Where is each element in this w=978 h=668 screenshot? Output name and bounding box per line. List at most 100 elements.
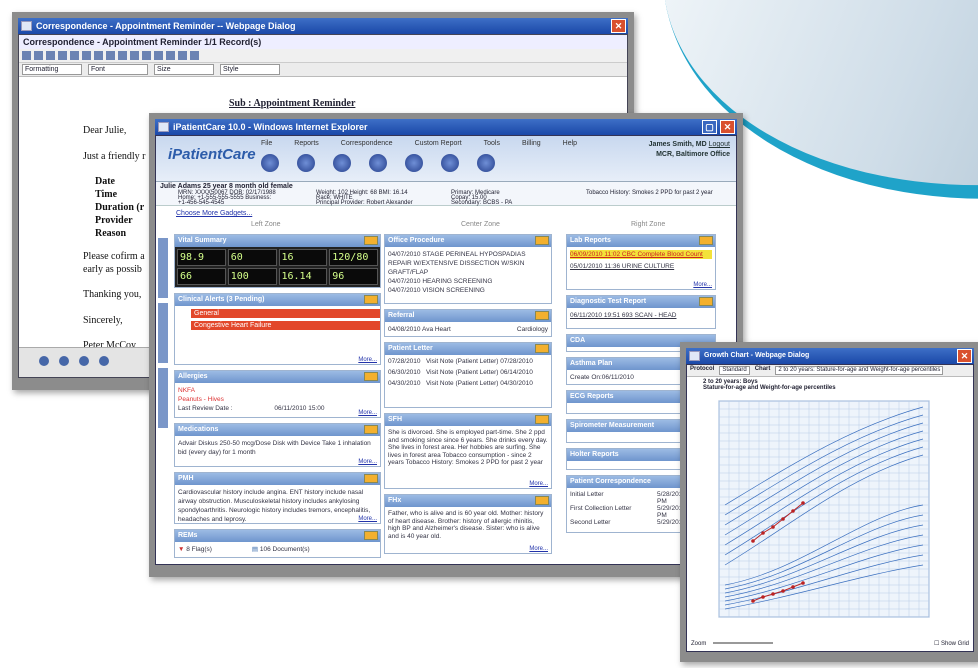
diagnostic-item[interactable]: 06/11/2010 19:51 693 SCAN - HEAD xyxy=(567,308,715,323)
gadget-controls-icon[interactable] xyxy=(364,474,378,483)
protocol-label: Protocol xyxy=(690,366,715,372)
choose-gadgets-link[interactable]: Choose More Gadgets... xyxy=(176,210,252,217)
user-info: James Smith, MD Logout MCR, Baltimore Of… xyxy=(649,140,730,160)
letter-row[interactable]: 06/30/2010 Visit Note (Patient Letter) 0… xyxy=(388,369,548,376)
copy-icon[interactable] xyxy=(94,51,103,60)
side-tab-1[interactable] xyxy=(158,238,168,298)
growth-chart-plot xyxy=(718,400,930,618)
lab-item[interactable]: 06/09/2010 11:02 CBC Complete Blood Coun… xyxy=(570,250,712,259)
close-icon[interactable]: ✕ xyxy=(611,19,626,33)
gadget-title: ECG Reports xyxy=(570,393,614,400)
highlight-icon[interactable] xyxy=(190,51,199,60)
alert-chf[interactable]: Congestive Heart Failure xyxy=(191,321,380,330)
maximize-icon[interactable]: ▢ xyxy=(702,120,717,134)
vital-resp: 16 xyxy=(278,249,328,266)
close-icon[interactable]: ✕ xyxy=(720,120,735,134)
menu-correspondence[interactable]: Correspondence xyxy=(341,140,393,147)
more-link[interactable]: More... xyxy=(358,459,377,465)
style-select[interactable]: Style xyxy=(220,64,280,75)
side-tab-2[interactable] xyxy=(158,303,168,363)
formatting-select[interactable]: Formatting xyxy=(22,64,82,75)
protocol-select[interactable]: Standard xyxy=(719,366,750,375)
letter-row[interactable]: 04/30/2010 Visit Note (Patient Letter) 0… xyxy=(388,380,548,387)
last-page-icon[interactable] xyxy=(99,356,109,366)
underline-icon[interactable] xyxy=(70,51,79,60)
gadget-title: REMs xyxy=(178,532,198,539)
app-logo: iPatientCare xyxy=(168,146,256,163)
chart-icon[interactable] xyxy=(405,154,423,172)
chart-select[interactable]: 2 to 20 years: Stature-for-age and Weigh… xyxy=(775,366,944,375)
align-left-icon[interactable] xyxy=(118,51,127,60)
side-tab-3[interactable] xyxy=(158,368,168,428)
gadget-controls-icon[interactable] xyxy=(364,236,378,245)
gadget-controls-icon[interactable] xyxy=(535,236,549,245)
patient-icon[interactable] xyxy=(333,154,351,172)
referral-item[interactable]: 04/08/2010 Ava Heart xyxy=(388,326,451,333)
procedure-item[interactable]: 04/07/2010 HEARING SCREENING xyxy=(388,277,548,286)
gadget-title: PMH xyxy=(178,475,194,482)
align-right-icon[interactable] xyxy=(142,51,151,60)
alert-general[interactable]: General xyxy=(191,309,380,318)
gadget-title: Referral xyxy=(388,312,415,319)
patient-insurance-secondary: Secondary: BCBS - PA xyxy=(451,200,513,206)
size-select[interactable]: Size xyxy=(154,64,214,75)
menu-custom-report[interactable]: Custom Report xyxy=(415,140,462,147)
letter-row[interactable]: 07/28/2010 Visit Note (Patient Letter) 0… xyxy=(388,358,548,365)
ipatientcare-window: iPatientCare 10.0 - Windows Internet Exp… xyxy=(149,113,743,577)
more-link[interactable]: More... xyxy=(529,481,548,487)
gadget-controls-icon[interactable] xyxy=(699,297,713,306)
browser-icon xyxy=(158,122,169,132)
more-link[interactable]: More... xyxy=(529,546,548,552)
more-link[interactable]: More... xyxy=(358,357,377,363)
vital-temp: 98.9 xyxy=(177,249,226,266)
gadget-controls-icon[interactable] xyxy=(699,236,713,245)
italic-icon[interactable] xyxy=(58,51,67,60)
gadget-controls-icon[interactable] xyxy=(364,295,378,304)
procedure-item[interactable]: 04/07/2010 VISION SCREENING xyxy=(388,286,548,295)
patient-name: Julie Adams 25 year 8 month old female xyxy=(160,183,293,190)
settings-icon[interactable] xyxy=(477,154,495,172)
gadget-controls-icon[interactable] xyxy=(535,496,549,505)
prev-page-icon[interactable] xyxy=(59,356,69,366)
menu-billing[interactable]: Billing xyxy=(522,140,541,147)
gadget-controls-icon[interactable] xyxy=(364,425,378,434)
font-color-icon[interactable] xyxy=(178,51,187,60)
list-icon[interactable] xyxy=(154,51,163,60)
bold-icon[interactable] xyxy=(46,51,55,60)
gadget-controls-icon[interactable] xyxy=(364,372,378,381)
menu-file[interactable]: File xyxy=(261,140,272,147)
save-icon[interactable] xyxy=(22,51,31,60)
zoom-slider[interactable] xyxy=(713,642,773,644)
more-link[interactable]: More... xyxy=(358,410,377,416)
gadget-controls-icon[interactable] xyxy=(535,311,549,320)
menu-reports[interactable]: Reports xyxy=(294,140,319,147)
cut-icon[interactable] xyxy=(82,51,91,60)
paste-icon[interactable] xyxy=(106,51,115,60)
schedule-icon[interactable] xyxy=(297,154,315,172)
allergy-2: Peanuts - Hives xyxy=(178,396,224,403)
menu-tools[interactable]: Tools xyxy=(484,140,500,147)
gadget-controls-icon[interactable] xyxy=(364,531,378,540)
indent-icon[interactable] xyxy=(166,51,175,60)
more-link[interactable]: More... xyxy=(693,282,712,288)
align-center-icon[interactable] xyxy=(130,51,139,60)
procedure-item[interactable]: 04/07/2010 STAGE PERINEAL HYPOSPADIAS RE… xyxy=(388,250,548,277)
home-icon[interactable] xyxy=(261,154,279,172)
gadget-controls-icon[interactable] xyxy=(535,344,549,353)
show-grid-checkbox[interactable]: ☐ Show Grid xyxy=(934,640,969,647)
gadget-controls-icon[interactable] xyxy=(535,415,549,424)
close-icon[interactable]: ✕ xyxy=(957,349,972,363)
print-icon[interactable] xyxy=(34,51,43,60)
message-icon[interactable] xyxy=(369,154,387,172)
more-link[interactable]: More... xyxy=(358,516,377,522)
font-select[interactable]: Font xyxy=(88,64,148,75)
documents-count[interactable]: 106 Document(s) xyxy=(260,546,310,553)
logout-link[interactable]: Logout xyxy=(709,141,730,148)
next-page-icon[interactable] xyxy=(79,356,89,366)
menu-help[interactable]: Help xyxy=(563,140,577,147)
star-icon[interactable] xyxy=(441,154,459,172)
first-page-icon[interactable] xyxy=(39,356,49,366)
letter-titlebar: Correspondence - Appointment Reminder --… xyxy=(18,18,628,34)
flags-count[interactable]: 8 Flag(s) xyxy=(186,546,212,553)
lab-item[interactable]: 05/01/2010 11:36 URINE CULTURE xyxy=(570,262,712,271)
